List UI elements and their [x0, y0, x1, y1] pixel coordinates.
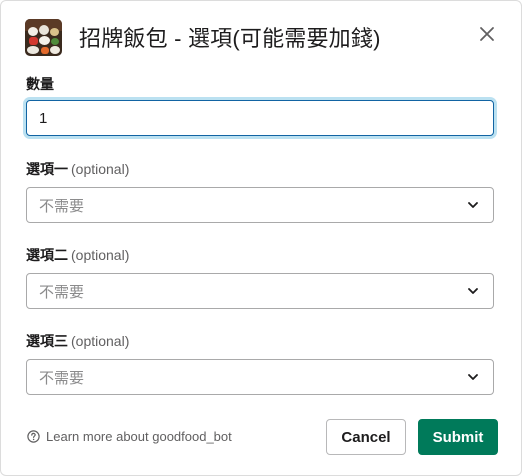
app-icon [25, 18, 62, 56]
option3-label-text: 選項三 [26, 333, 68, 349]
option1-optional-hint: (optional) [71, 161, 130, 177]
option2-selected-value: 不需要 [39, 283, 85, 301]
option2-select[interactable]: 不需要 [26, 273, 494, 309]
option1-label: 選項一 (optional) [26, 159, 129, 179]
modal-header: 招牌飯包 - 選項(可能需要加錢) [25, 18, 501, 56]
option1-label-text: 選項一 [26, 161, 68, 177]
chevron-down-icon [465, 283, 481, 299]
quantity-label-text: 數量 [26, 76, 54, 92]
option3-selected-value: 不需要 [39, 369, 85, 387]
quantity-input[interactable] [26, 100, 494, 136]
option1-selected-value: 不需要 [39, 197, 85, 215]
option2-label: 選項二 (optional) [26, 245, 129, 265]
quantity-label: 數量 [26, 74, 54, 94]
option2-optional-hint: (optional) [71, 247, 130, 263]
close-icon[interactable] [479, 26, 495, 42]
cancel-button[interactable]: Cancel [326, 419, 406, 455]
learn-more-text[interactable]: Learn more about goodfood_bot [46, 429, 232, 444]
chevron-down-icon [465, 197, 481, 213]
help-circle-icon [27, 430, 40, 443]
submit-button[interactable]: Submit [418, 419, 498, 455]
option3-optional-hint: (optional) [71, 333, 130, 349]
modal-title: 招牌飯包 - 選項(可能需要加錢) [79, 26, 381, 51]
close-button[interactable] [473, 20, 501, 48]
option3-select[interactable]: 不需要 [26, 359, 494, 395]
option2-label-text: 選項二 [26, 247, 68, 263]
learn-more-link[interactable]: Learn more about goodfood_bot [27, 429, 232, 444]
chevron-down-icon [465, 369, 481, 385]
option3-label: 選項三 (optional) [26, 331, 129, 351]
modal-dialog: 招牌飯包 - 選項(可能需要加錢) 數量 選項一(optional) 不需要 選… [0, 0, 522, 476]
option1-select[interactable]: 不需要 [26, 187, 494, 223]
